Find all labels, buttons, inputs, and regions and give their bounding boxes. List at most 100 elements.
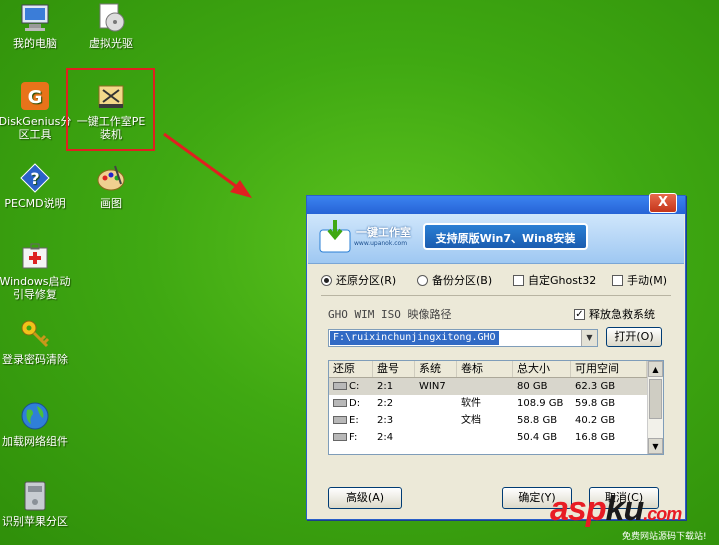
- logo-title: 一键工作室: [356, 226, 411, 239]
- desktop-icon-network-load[interactable]: 加载网络组件: [0, 400, 74, 448]
- virtual-drive-icon: [95, 2, 127, 34]
- desktop-icon-virtual-drive[interactable]: 虚拟光驱: [72, 2, 150, 50]
- svg-text:?: ?: [30, 169, 39, 188]
- table-cell: 16.8 GB: [575, 432, 616, 443]
- release-rescue-checkbox[interactable]: ✓ 释放急救系统: [574, 306, 655, 322]
- table-cell: [415, 429, 457, 446]
- table-cell: 软件: [461, 398, 481, 409]
- radio-dot[interactable]: [321, 274, 332, 286]
- manual-checkbox[interactable]: 手动(M): [612, 272, 667, 288]
- scroll-up-icon[interactable]: ▲: [648, 361, 663, 377]
- custom-ghost-label: 自定Ghost32: [528, 274, 597, 287]
- table-cell: 58.8 GB: [517, 415, 558, 426]
- icon-label: PECMD说明: [4, 197, 66, 210]
- manual-label: 手动(M): [627, 274, 668, 287]
- help-icon: ?: [19, 162, 51, 194]
- custom-ghost-checkbox[interactable]: 自定Ghost32: [513, 272, 596, 288]
- key-icon: [19, 318, 51, 350]
- desktop-icon-paint[interactable]: 画图: [72, 162, 150, 210]
- icon-label: 识别苹果分区: [2, 515, 68, 528]
- desktop-icon-password-clear[interactable]: 登录密码清除: [0, 318, 74, 366]
- partition-table: 还原 盘号 系统 卷标 总大小 可用空间 C: 2:1 WIN7 80 GB 6…: [328, 360, 664, 455]
- logo-icon: [319, 220, 351, 253]
- desktop-icon-apple-partition[interactable]: 识别苹果分区: [0, 480, 74, 528]
- watermark-subtitle: 免费网站源码下载站!: [622, 532, 707, 542]
- rescue-label: 释放急救系统: [589, 308, 655, 321]
- windows-drive-icon: [333, 382, 347, 390]
- table-scrollbar[interactable]: ▲ ▼: [647, 361, 663, 454]
- icon-label: 虚拟光驱: [89, 37, 133, 50]
- chevron-down-icon[interactable]: ▼: [581, 330, 597, 346]
- backup-label: 备份分区(B): [432, 274, 493, 287]
- radio-dot[interactable]: [417, 274, 428, 286]
- open-button[interactable]: 打开(O): [606, 327, 662, 347]
- svg-text:G: G: [28, 87, 43, 108]
- image-path-combobox[interactable]: F:\ruixinchunjingxitong.GHO ▼: [328, 329, 598, 347]
- icon-label: 登录密码清除: [2, 353, 68, 366]
- image-path-label: GHO WIM ISO 映像路径: [328, 308, 452, 321]
- image-path-value[interactable]: F:\ruixinchunjingxitong.GHO: [330, 331, 499, 345]
- table-cell: 59.8 GB: [575, 398, 616, 409]
- table-cell: 62.3 GB: [575, 381, 616, 392]
- scroll-thumb[interactable]: [649, 379, 662, 419]
- divider: [321, 295, 671, 296]
- column-header[interactable]: 总大小: [513, 361, 571, 377]
- desktop-icon-pecmd-help[interactable]: ? PECMD说明: [0, 162, 74, 210]
- table-cell: 2:2: [377, 398, 394, 409]
- table-row[interactable]: D: 2:2 软件 108.9 GB 59.8 GB: [329, 395, 663, 412]
- column-header[interactable]: 盘号: [373, 361, 415, 377]
- icon-label: 画图: [100, 197, 122, 210]
- checkbox-box[interactable]: [513, 274, 524, 286]
- table-cell: [457, 378, 513, 395]
- drive-icon: [19, 480, 51, 512]
- logo-url: www.upanok.com: [354, 240, 408, 247]
- table-cell: 2:1: [377, 381, 394, 392]
- advanced-button[interactable]: 高级(A): [328, 487, 402, 509]
- column-header[interactable]: 卷标: [457, 361, 513, 377]
- table-cell: F:: [349, 432, 358, 443]
- restore-label: 还原分区(R): [336, 274, 397, 287]
- dialog-banner: 一键工作室 www.upanok.com 支持原版Win7、Win8安装: [308, 214, 684, 264]
- globe-icon: [19, 400, 51, 432]
- table-cell: [415, 395, 457, 412]
- table-cell: D:: [349, 398, 361, 409]
- icon-label: Windows启动引导修复: [0, 275, 71, 301]
- close-button[interactable]: X: [649, 193, 677, 213]
- installer-dialog: X 一键工作室 www.upanok.com 支持原版Win7、Win8安装 还…: [306, 193, 686, 520]
- desktop-icon-windows-boot-repair[interactable]: Windows启动引导修复: [0, 240, 74, 301]
- pointer-arrow-icon: [163, 132, 252, 198]
- watermark-brand: aspku.com: [550, 490, 682, 528]
- column-header[interactable]: 可用空间: [571, 361, 647, 377]
- highlight-box: [66, 68, 155, 151]
- slogan-banner: 支持原版Win7、Win8安装: [423, 223, 588, 250]
- table-cell: C:: [349, 381, 360, 392]
- icon-label: 我的电脑: [13, 37, 57, 50]
- computer-icon: [19, 2, 51, 34]
- table-row[interactable]: E: 2:3 文档 58.8 GB 40.2 GB: [329, 412, 663, 429]
- dialog-titlebar[interactable]: X: [307, 193, 685, 214]
- table-cell: 40.2 GB: [575, 415, 616, 426]
- table-cell: 2:3: [377, 415, 394, 426]
- checkmark-icon[interactable]: ✓: [574, 308, 585, 320]
- icon-label: DiskGenius分区工具: [0, 115, 72, 141]
- drive-icon: [333, 433, 347, 441]
- aspku-watermark: aspku.com 免费网站源码下载站!: [550, 492, 707, 542]
- paint-icon: [95, 162, 127, 194]
- desktop-icon-my-computer[interactable]: 我的电脑: [0, 2, 74, 50]
- table-cell: E:: [349, 415, 359, 426]
- drive-icon: [333, 399, 347, 407]
- table-cell: [415, 412, 457, 429]
- scroll-down-icon[interactable]: ▼: [648, 438, 663, 454]
- repair-kit-icon: [19, 240, 51, 272]
- restore-partition-radio[interactable]: 还原分区(R): [321, 272, 396, 288]
- drive-icon: [333, 416, 347, 424]
- backup-partition-radio[interactable]: 备份分区(B): [417, 272, 492, 288]
- table-row[interactable]: C: 2:1 WIN7 80 GB 62.3 GB: [329, 378, 663, 395]
- column-header[interactable]: 系统: [415, 361, 457, 377]
- table-row[interactable]: F: 2:4 50.4 GB 16.8 GB: [329, 429, 663, 446]
- column-header[interactable]: 还原: [329, 361, 373, 377]
- table-header: 还原 盘号 系统 卷标 总大小 可用空间: [329, 361, 663, 378]
- checkbox-box[interactable]: [612, 274, 623, 286]
- desktop-icon-diskgenius[interactable]: G DiskGenius分区工具: [0, 80, 74, 141]
- table-cell: [457, 429, 513, 446]
